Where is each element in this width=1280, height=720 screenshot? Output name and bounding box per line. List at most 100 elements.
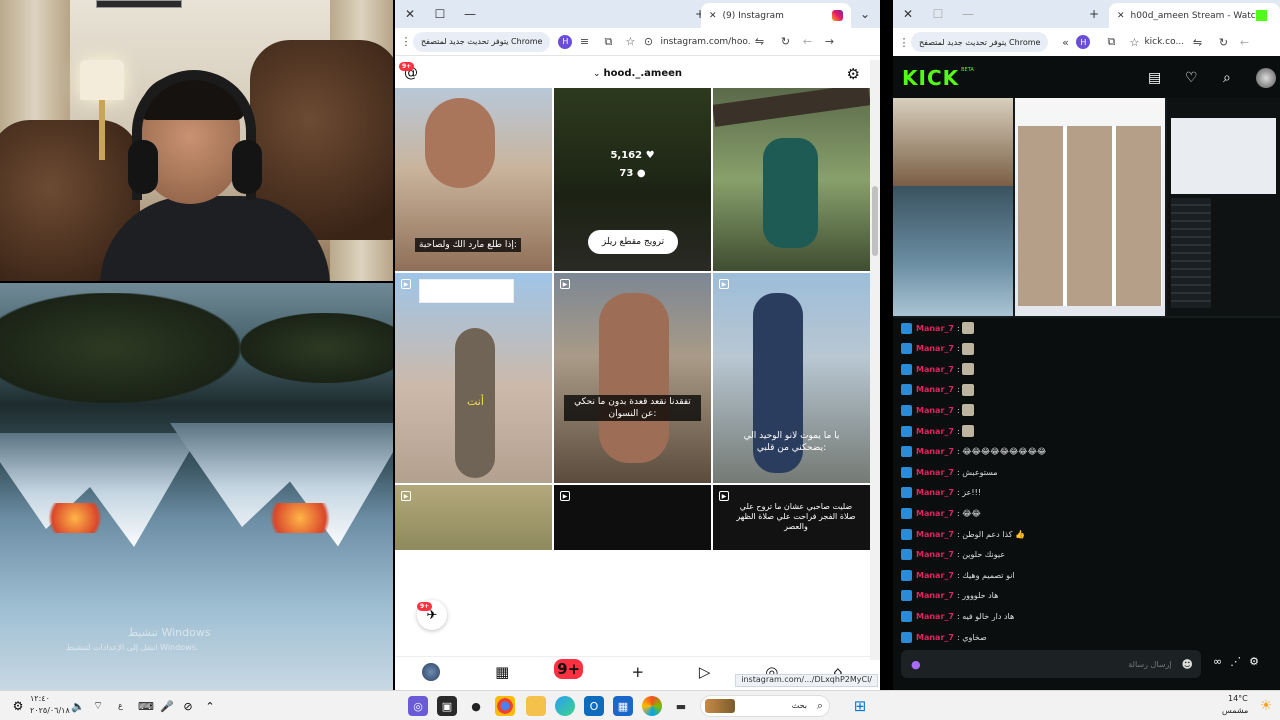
search-icon[interactable]: ⌕ (1223, 70, 1231, 86)
file-explorer-icon[interactable] (526, 696, 546, 716)
tab-instagram[interactable]: ✕ (9) Instagram (701, 3, 851, 28)
chat-username[interactable]: Manar_7 (916, 385, 954, 394)
chat-username[interactable]: Manar_7 (916, 530, 954, 539)
back-arrow-icon[interactable]: ← (1234, 36, 1254, 49)
terminal-icon[interactable]: ▬ (671, 696, 691, 716)
chat-username[interactable]: Manar_7 (916, 571, 954, 580)
grid-item[interactable]: ▶ يا ما يموت لانو الوحيد الي يضحكني من ق… (713, 273, 870, 483)
reload-icon[interactable]: ↻ (774, 35, 796, 48)
clock-time[interactable]: ١٢:٤٠ (30, 694, 50, 703)
tab-list-chevron-down-icon[interactable]: ⌄ (850, 0, 880, 28)
boost-reel-button[interactable]: ترويج مقطع ريلز (588, 230, 678, 254)
clock-date[interactable]: ٢٠٢٥/٠٦/١٨ (30, 706, 70, 715)
infinity-icon[interactable]: ∞ (1213, 655, 1222, 668)
grid-item[interactable]: 5,162 ♥ 73 ● ترويج مقطع ريلز (554, 88, 711, 271)
tab-kick[interactable]: ✕ h00d_ameen Stream - Watch L (1109, 3, 1280, 28)
profile-avatar[interactable]: H (1076, 35, 1091, 49)
maximize-button[interactable]: ☐ (425, 0, 455, 28)
chat-username[interactable]: Manar_7 (916, 591, 954, 600)
outlook-icon[interactable]: O (584, 696, 604, 716)
weather-sun-icon[interactable]: ☀ (1256, 696, 1276, 716)
settings-gear-icon[interactable]: ⚙ (1249, 655, 1259, 668)
chat-username[interactable]: Manar_7 (916, 344, 954, 353)
kick-logo[interactable]: KICK (902, 66, 959, 90)
browse-icon[interactable]: ▤ (1148, 70, 1161, 86)
profile-avatar[interactable]: H (558, 34, 573, 49)
maximize-button[interactable]: ☐ (923, 0, 953, 28)
minimize-button[interactable]: — (953, 0, 983, 28)
microphone-icon[interactable]: ● (911, 658, 921, 671)
update-chip[interactable]: يتوفر تحديث جديد لمتصفح Chrome (911, 32, 1049, 52)
chat-username[interactable]: Manar_7 (916, 633, 954, 642)
url-field[interactable]: instagram.com/hoo... (660, 37, 750, 47)
media-icon[interactable]: ≡ (572, 35, 596, 48)
app-icon[interactable]: ▣ (437, 696, 457, 716)
grid-item[interactable]: إذا طلع مارد الك ولصاحبة: (395, 88, 552, 271)
tune-icon[interactable]: ⇋ (750, 35, 768, 48)
update-chip[interactable]: يتوفر تحديث جديد لمتصفح Chrome (413, 31, 551, 52)
bookmark-star-icon[interactable]: ☆ (1124, 36, 1144, 49)
messages-icon[interactable]: ✈9+ (554, 658, 584, 681)
reload-icon[interactable]: ↻ (1212, 36, 1234, 49)
share-icon[interactable]: ⋰ (1230, 655, 1241, 668)
minimize-button[interactable]: — (455, 0, 485, 28)
user-avatar[interactable] (1256, 68, 1276, 88)
grid-item[interactable]: ▶ ضليت صاحبي عشان ما تروح علي صلاة الفجر… (713, 485, 870, 550)
stream-video-player[interactable] (893, 98, 1280, 318)
double-chevron-icon[interactable]: « (1054, 36, 1076, 49)
microphone-icon[interactable]: 🎤 (157, 696, 177, 716)
edge-icon[interactable] (555, 696, 575, 716)
copilot-icon[interactable] (642, 696, 662, 716)
grid-item[interactable]: ▶ أنت (395, 273, 552, 483)
chat-username[interactable]: Manar_7 (916, 550, 954, 559)
windows-start-icon[interactable]: ⊞ (850, 696, 870, 716)
chat-username[interactable]: Manar_7 (916, 427, 954, 436)
chat-username[interactable]: Manar_7 (916, 447, 954, 456)
more-menu-icon[interactable]: ⋮ (399, 35, 413, 48)
weather-desc[interactable]: مشمس (1222, 706, 1248, 715)
more-menu-icon[interactable]: ⋮ (897, 36, 911, 49)
app-icon[interactable]: ● (466, 696, 486, 716)
bookmark-star-icon[interactable]: ☆ (620, 35, 640, 48)
language-indicator[interactable]: ع (118, 701, 123, 710)
emoji-icon[interactable]: ☻ (1182, 658, 1193, 671)
chat-username[interactable]: Manar_7 (916, 488, 954, 497)
chat-username[interactable]: Manar_7 (916, 468, 954, 477)
profile-avatar-nav[interactable] (422, 662, 441, 681)
site-info-icon[interactable]: ⊙ (640, 35, 656, 48)
url-field[interactable]: kick.co... (1144, 37, 1188, 47)
close-window-button[interactable]: ✕ (893, 0, 923, 28)
weather-temp[interactable]: 14°C (1228, 694, 1248, 703)
chat-username[interactable]: Manar_7 (916, 324, 954, 333)
tune-icon[interactable]: ⇋ (1188, 36, 1206, 49)
chat-input[interactable]: ● إرسال رسالة ☻ (901, 650, 1201, 678)
settings-gear-icon[interactable]: ⚙ (847, 65, 860, 83)
reels-icon[interactable]: ▦ (495, 663, 509, 681)
chat-username[interactable]: Manar_7 (916, 509, 954, 518)
forward-arrow-icon[interactable]: → (818, 35, 840, 48)
volume-icon[interactable]: 🔈 (68, 696, 88, 716)
keyboard-icon[interactable]: ⌨ (136, 696, 156, 716)
chat-username[interactable]: Manar_7 (916, 612, 954, 621)
store-icon[interactable]: ▦ (613, 696, 633, 716)
scrollbar[interactable] (870, 60, 880, 660)
close-window-button[interactable]: ✕ (395, 0, 425, 28)
new-tab-button[interactable]: + (1079, 0, 1109, 28)
chevron-up-icon[interactable]: ⌃ (200, 696, 220, 716)
grid-item[interactable]: ▶ (395, 485, 552, 550)
network-off-icon[interactable]: ⊘ (178, 696, 198, 716)
close-icon[interactable]: ✕ (709, 11, 717, 21)
settings-gear-icon[interactable]: ⚙ (8, 696, 28, 716)
grid-item[interactable]: ▶ تفقدنا نقعد قعدة بدون ما نحكي عن النسو… (554, 273, 711, 483)
profile-username[interactable]: hood._.ameen (604, 68, 682, 79)
threads-fab-button[interactable]: ✈ 9+ (417, 600, 447, 630)
heart-icon[interactable]: ♡ (1185, 70, 1198, 86)
chat-username[interactable]: Manar_7 (916, 406, 954, 415)
chevron-down-icon[interactable]: ⌄ (593, 69, 601, 79)
chrome-icon[interactable] (495, 696, 515, 716)
close-icon[interactable]: ✕ (1117, 11, 1125, 21)
extensions-icon[interactable]: ⧉ (596, 35, 620, 49)
chat-username[interactable]: Manar_7 (916, 365, 954, 374)
search-box[interactable]: بحث ⌕ (700, 695, 830, 717)
wifi-icon[interactable]: ⌔ (88, 696, 108, 716)
